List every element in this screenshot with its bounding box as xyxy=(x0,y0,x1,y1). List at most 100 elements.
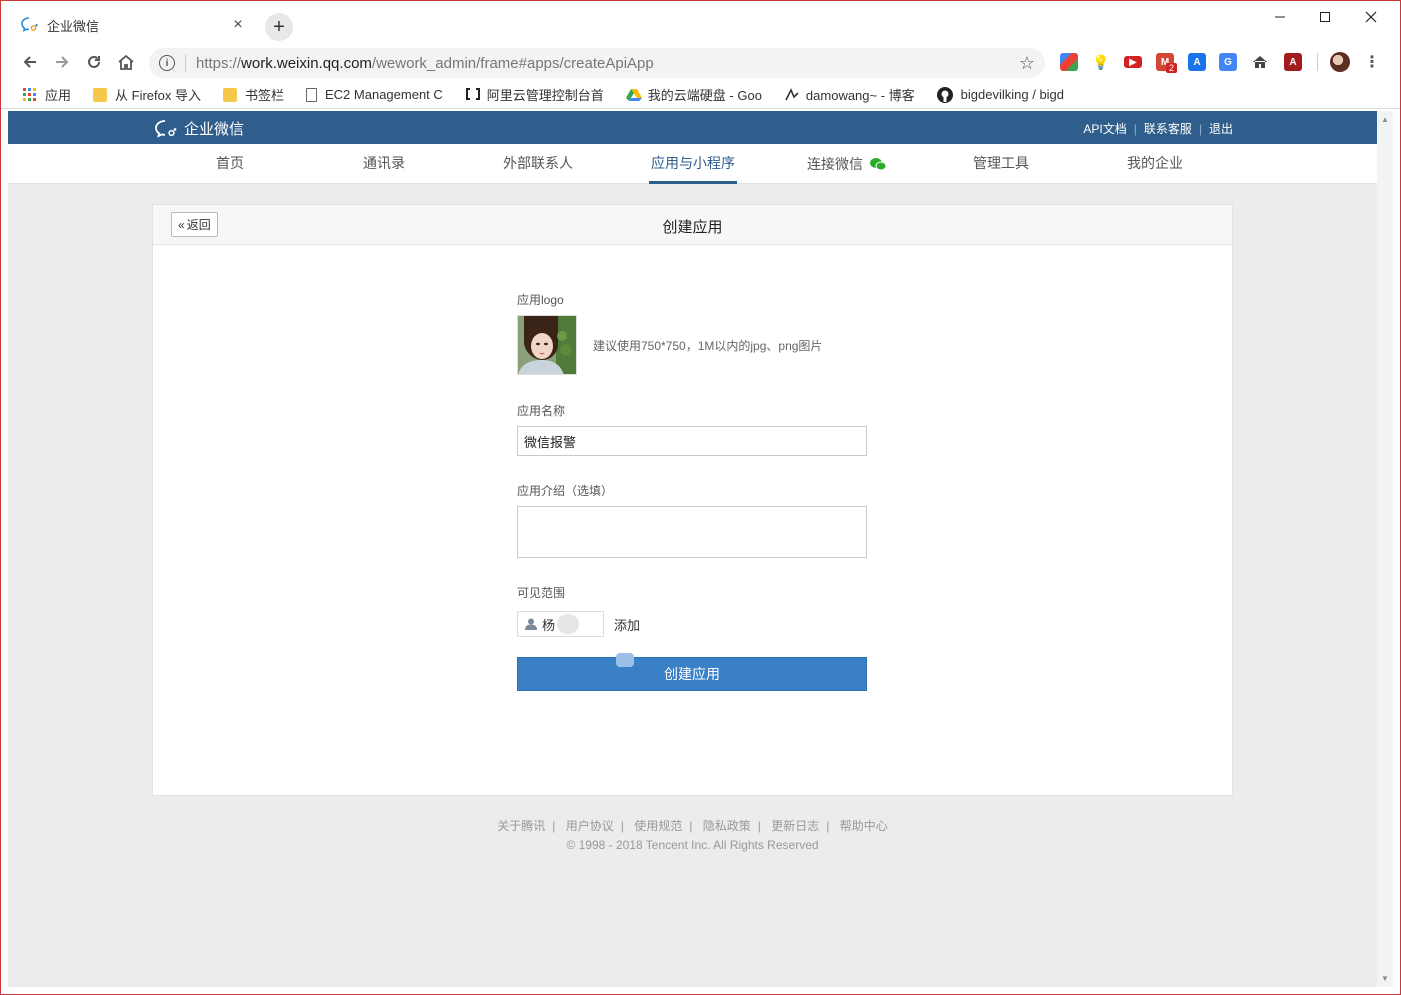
google-drive-icon xyxy=(625,88,642,102)
contact-support-link[interactable]: 联系客服 xyxy=(1144,120,1192,137)
bookmark-aliyun[interactable]: 阿里云管理控制台首 xyxy=(465,85,604,104)
bookmark-github[interactable]: bigdevilking / bigd xyxy=(936,86,1064,103)
nav-home[interactable]: 首页 xyxy=(206,144,254,184)
nav-contacts[interactable]: 通讯录 xyxy=(358,144,410,184)
cursor-overlay xyxy=(616,653,634,667)
toolbar-divider xyxy=(1317,53,1318,71)
wework-header: 企业微信 API文档 | 联系客服 | 退出 xyxy=(8,111,1377,144)
nav-management-tools[interactable]: 管理工具 xyxy=(968,144,1034,184)
link-separator: | xyxy=(1133,121,1137,136)
back-button[interactable]: « 返回 xyxy=(171,212,218,237)
logo-hint: 建议使用750*750，1M以内的jpg、png图片 xyxy=(593,338,823,353)
bookmark-blog[interactable]: damowang~ - 博客 xyxy=(784,85,915,104)
pdf-icon[interactable]: A xyxy=(1284,53,1302,71)
footer-links: 关于腾讯 | 用户协议 | 使用规范 | 隐私政策 | 更新日志 | 帮助中心 xyxy=(497,819,888,833)
tab-close-icon[interactable]: × xyxy=(229,16,247,34)
gmail-badge: 2 xyxy=(1166,63,1178,73)
app-intro-textarea[interactable] xyxy=(517,506,867,558)
footer-link-privacy[interactable]: 隐私政策 xyxy=(703,819,751,833)
footer-link-changelog[interactable]: 更新日志 xyxy=(771,819,819,833)
scope-label: 可见范围 xyxy=(517,586,566,600)
google-translate-icon[interactable]: G xyxy=(1219,53,1237,71)
footer-link-agreement[interactable]: 用户协议 xyxy=(566,819,614,833)
brand-name: 企业微信 xyxy=(184,121,245,138)
member-chip[interactable]: 杨 xyxy=(517,611,604,637)
name-label: 应用名称 xyxy=(517,404,566,418)
bookmark-google-drive[interactable]: 我的云端硬盘 - Goo xyxy=(625,85,762,104)
new-tab-button[interactable]: + xyxy=(265,13,293,41)
create-app-button[interactable]: 创建应用 xyxy=(517,653,867,691)
title-bar: 企业微信 × + xyxy=(1,1,1400,43)
copyright: © 1998 - 2018 Tencent Inc. All Rights Re… xyxy=(566,838,819,852)
create-app-form: 应用logo 建议使用750*750，1M以内的jpg、png图片 应用名称 微… xyxy=(517,291,869,691)
member-name-blurred xyxy=(557,614,580,634)
footer-link-usage-rules[interactable]: 使用规范 xyxy=(634,819,682,833)
logo-row: 建议使用750*750，1M以内的jpg、png图片 xyxy=(517,315,869,375)
browser-tab[interactable]: 企业微信 × xyxy=(9,7,259,43)
page-icon xyxy=(306,87,317,102)
url-text[interactable]: https://work.weixin.qq.com/wework_admin/… xyxy=(196,55,1019,72)
header-links: API文档 | 联系客服 | 退出 xyxy=(1083,120,1233,137)
profile-avatar[interactable] xyxy=(1330,52,1350,72)
menu-kebab-icon[interactable]: ⋮ xyxy=(1363,53,1381,71)
translate-a-icon[interactable]: A xyxy=(1188,53,1206,71)
back-arrow-icon[interactable] xyxy=(17,49,43,75)
forward-arrow-icon[interactable] xyxy=(49,49,75,75)
browser-window: 企业微信 × + i https://work.weixin.qq.com/we… xyxy=(0,0,1401,995)
bookmark-star-icon[interactable]: ☆ xyxy=(1019,53,1035,74)
footer-link-help[interactable]: 帮助中心 xyxy=(840,819,888,833)
reload-icon[interactable] xyxy=(81,49,107,75)
api-docs-link[interactable]: API文档 xyxy=(1083,120,1126,137)
nav-external-contacts[interactable]: 外部联系人 xyxy=(500,144,576,184)
link-separator: | xyxy=(1198,121,1202,136)
footer-link-about[interactable]: 关于腾讯 xyxy=(497,819,545,833)
intro-label: 应用介绍（选填） xyxy=(517,484,614,498)
card-header: 创建应用 « 返回 xyxy=(153,205,1232,245)
chrome-webstore-icon[interactable] xyxy=(1060,53,1078,71)
double-chevron-left-icon: « xyxy=(178,217,185,232)
bookmark-ec2[interactable]: EC2 Management C xyxy=(306,87,443,102)
scroll-up-arrow-icon[interactable]: ▲ xyxy=(1381,115,1389,124)
minimize-icon[interactable] xyxy=(1257,5,1303,29)
main-nav: 首页 通讯录 外部联系人 应用与小程序 连接微信 管理工具 我的企业 xyxy=(8,144,1377,184)
app-logo-image xyxy=(518,316,576,374)
app-name-input[interactable]: 微信报警 xyxy=(517,426,867,456)
lightbulb-icon[interactable]: 💡 xyxy=(1092,53,1110,71)
page-viewport: 企业微信 API文档 | 联系客服 | 退出 首页 通讯录 外部联系人 应用与小… xyxy=(8,111,1377,987)
home-icon[interactable] xyxy=(113,49,139,75)
add-member-link[interactable]: 添加 xyxy=(614,615,640,634)
address-bar[interactable]: i https://work.weixin.qq.com/wework_admi… xyxy=(149,48,1045,78)
nav-connect-wechat[interactable]: 连接微信 xyxy=(806,144,888,184)
bookmark-firefox-import[interactable]: 从 Firefox 导入 xyxy=(93,85,201,104)
member-name: 杨 xyxy=(542,617,556,633)
youtube-icon[interactable]: ▶ xyxy=(1124,56,1142,68)
app-logo-upload[interactable] xyxy=(517,315,577,375)
page-scrollbar[interactable]: ▲ ▼ xyxy=(1377,111,1393,987)
bookmark-bookmarks-bar[interactable]: 书签栏 xyxy=(222,85,284,104)
nav-my-enterprise[interactable]: 我的企业 xyxy=(1122,144,1188,184)
wework-logo-icon xyxy=(155,119,177,138)
url-separator xyxy=(185,54,186,72)
create-app-card: 创建应用 « 返回 应用logo 建议使用750*750，1M以内的jpg、pn… xyxy=(152,204,1233,796)
scope-row: 杨 添加 xyxy=(517,611,869,637)
aliyun-icon xyxy=(465,87,480,102)
wework-favicon-icon xyxy=(21,16,39,34)
folder-icon xyxy=(93,87,108,102)
home-extension-icon[interactable] xyxy=(1251,53,1269,71)
site-info-icon[interactable]: i xyxy=(159,55,175,71)
bookmark-apps[interactable]: 应用 xyxy=(23,85,71,104)
logout-link[interactable]: 退出 xyxy=(1209,120,1233,137)
logo-label: 应用logo xyxy=(517,293,564,307)
github-icon xyxy=(936,86,953,103)
user-icon xyxy=(525,618,537,630)
page-footer: 关于腾讯 | 用户协议 | 使用规范 | 隐私政策 | 更新日志 | 帮助中心 © 199… xyxy=(8,817,1377,852)
scroll-down-arrow-icon[interactable]: ▼ xyxy=(1381,974,1389,983)
bookmarks-bar: 应用 从 Firefox 导入 书签栏 EC2 Management C 阿里云… xyxy=(1,81,1400,109)
browser-toolbar: i https://work.weixin.qq.com/wework_admi… xyxy=(1,43,1400,81)
apps-grid-icon xyxy=(23,87,37,102)
blog-icon xyxy=(784,87,799,102)
wework-logo[interactable]: 企业微信 xyxy=(154,118,244,139)
maximize-icon[interactable] xyxy=(1302,5,1348,29)
nav-apps-miniprograms[interactable]: 应用与小程序 xyxy=(649,144,737,184)
close-window-icon[interactable] xyxy=(1348,5,1394,29)
